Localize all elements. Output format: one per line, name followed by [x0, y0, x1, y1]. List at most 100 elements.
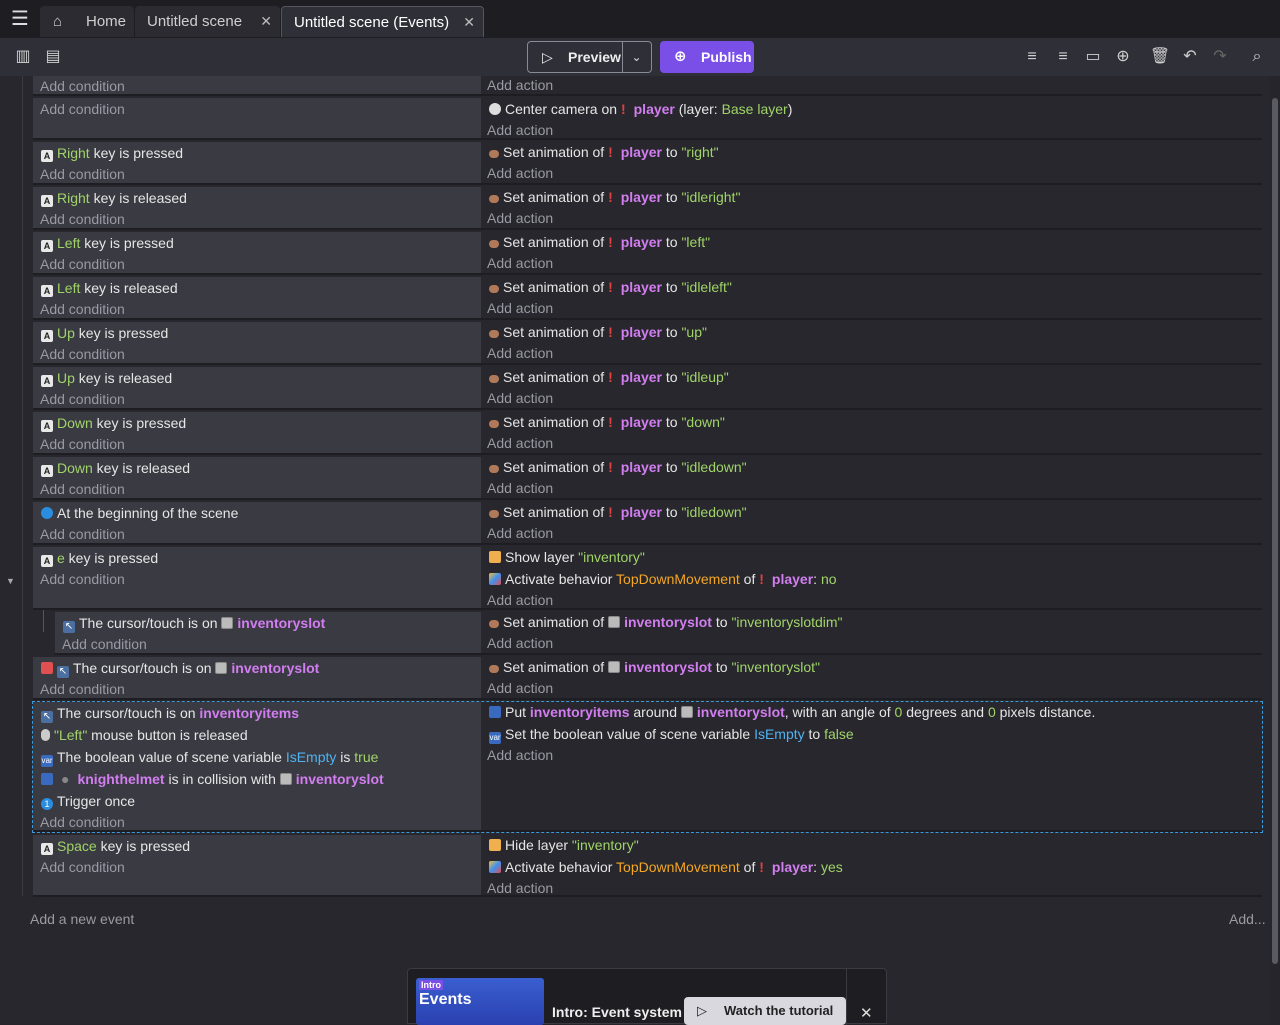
action[interactable]: Set animation of inventoryslot to "inven…: [489, 658, 820, 676]
condition[interactable]: "Left" mouse button is released: [41, 726, 248, 744]
condition[interactable]: At the beginning of the scene: [41, 504, 238, 522]
add-condition[interactable]: Add condition: [40, 480, 125, 498]
tab-scene-events[interactable]: Untitled scene (Events) ✕: [281, 6, 484, 37]
condition[interactable]: A Right key is released: [41, 189, 187, 207]
condition[interactable]: 1 Trigger once: [41, 792, 135, 810]
watch-tutorial-button[interactable]: ▷ Watch the tutorial: [684, 997, 846, 1025]
add-condition[interactable]: Add condition: [40, 435, 125, 453]
add-action[interactable]: Add action: [487, 299, 553, 317]
add-condition[interactable]: Add condition: [40, 858, 125, 876]
panels-icon[interactable]: ▥: [12, 46, 34, 68]
add-action[interactable]: Add action: [487, 479, 553, 497]
tab-scene[interactable]: Untitled scene ✕: [135, 6, 280, 37]
condition[interactable]: A Down key is pressed: [41, 414, 186, 432]
add-action[interactable]: Add action: [487, 746, 553, 764]
condition[interactable]: Ae key is pressed: [41, 549, 158, 567]
add-action[interactable]: Add action: [487, 434, 553, 452]
event-row-selected[interactable]: ↖ The cursor/touch is on inventoryitems "…: [32, 701, 1263, 833]
object-icon: !: [608, 459, 613, 475]
add-action[interactable]: Add action: [487, 254, 553, 272]
publish-button[interactable]: ⊕ Publish: [660, 41, 754, 73]
add-more-button[interactable]: Add...: [1229, 911, 1266, 927]
condition[interactable]: ↖ The cursor/touch is on inventoryitems: [41, 704, 299, 723]
add-action[interactable]: Add action: [487, 344, 553, 362]
preview-button[interactable]: ▷ Preview: [527, 41, 623, 73]
object-icon: !: [608, 144, 613, 160]
condition[interactable]: A Left key is pressed: [41, 234, 174, 252]
undo-icon[interactable]: ↶: [1179, 46, 1201, 68]
action[interactable]: Center camera on ! player (layer: Base la…: [489, 100, 792, 118]
tutorial-thumbnail[interactable]: Intro Events: [416, 978, 544, 1025]
event-row: A Left key is pressed Add condition Set a…: [33, 232, 1262, 275]
add-event-icon[interactable]: ≡: [1021, 46, 1043, 68]
condition[interactable]: ↖ The cursor/touch is on inventoryslot: [63, 614, 325, 633]
action[interactable]: Set animation of ! player to "idledown": [489, 503, 747, 521]
add-condition[interactable]: Add condition: [40, 390, 125, 408]
add-action[interactable]: Add action: [487, 121, 553, 139]
action[interactable]: Put inventoryitems around inventoryslot,…: [489, 703, 1095, 721]
preview-dropdown[interactable]: ⌄: [622, 41, 652, 73]
add-action[interactable]: Add action: [487, 164, 553, 182]
add-condition[interactable]: Add condition: [40, 570, 125, 588]
add-icon[interactable]: ⊕: [1112, 46, 1134, 68]
close-icon[interactable]: ✕: [463, 7, 475, 38]
preview-label: Preview: [568, 49, 621, 65]
action[interactable]: Set animation of ! player to "left": [489, 233, 710, 251]
add-subevent-icon[interactable]: ≡: [1052, 46, 1074, 68]
action[interactable]: Activate behavior TopDownMovement of ! pl…: [489, 858, 843, 876]
action[interactable]: Set animation of ! player to "up": [489, 323, 707, 341]
add-action[interactable]: Add action: [487, 591, 553, 609]
add-condition[interactable]: Add condition: [40, 300, 125, 318]
add-condition[interactable]: Add condition: [40, 525, 125, 543]
add-action[interactable]: Add action: [487, 76, 553, 94]
condition[interactable]: A Down key is released: [41, 459, 190, 477]
add-condition[interactable]: Add condition: [40, 210, 125, 228]
action[interactable]: Set animation of ! player to "idledown": [489, 458, 747, 476]
action[interactable]: var Set the boolean value of scene variab…: [489, 725, 854, 744]
close-icon[interactable]: ✕: [860, 1004, 873, 1022]
add-condition[interactable]: Add condition: [40, 345, 125, 363]
condition[interactable]: A Up key is pressed: [41, 324, 168, 342]
event-row: Ae key is pressed Add condition Show lay…: [33, 547, 1262, 610]
action[interactable]: Show layer "inventory": [489, 548, 645, 566]
add-condition[interactable]: Add condition: [40, 813, 125, 831]
add-action[interactable]: Add action: [487, 209, 553, 227]
condition[interactable]: var The boolean value of scene variable I…: [41, 748, 378, 767]
add-action[interactable]: Add action: [487, 679, 553, 697]
scrollbar[interactable]: [1272, 98, 1278, 964]
action[interactable]: Set animation of ! player to "idleup": [489, 368, 729, 386]
action[interactable]: Set animation of ! player to "right": [489, 143, 719, 161]
condition[interactable]: ↖ The cursor/touch is on inventoryslot: [41, 659, 319, 678]
action[interactable]: Set animation of ! player to "idleleft": [489, 278, 732, 296]
add-condition[interactable]: Add condition: [40, 100, 125, 118]
condition[interactable]: A Space key is pressed: [41, 837, 190, 855]
collapse-arrow-icon[interactable]: ▼: [6, 576, 15, 586]
action[interactable]: Set animation of inventoryslot to "inven…: [489, 613, 843, 631]
action[interactable]: Set animation of ! player to "idleright": [489, 188, 740, 206]
add-comment-icon[interactable]: ▭: [1082, 46, 1104, 68]
save-icon[interactable]: ▤: [42, 46, 64, 68]
action[interactable]: Set animation of ! player to "down": [489, 413, 725, 431]
add-action[interactable]: Add action: [487, 634, 553, 652]
delete-icon[interactable]: 🗑: [1149, 46, 1171, 68]
add-action[interactable]: Add action: [487, 389, 553, 407]
add-condition[interactable]: Add condition: [40, 77, 125, 95]
add-condition[interactable]: Add condition: [62, 635, 147, 653]
add-new-event[interactable]: Add a new event: [30, 911, 134, 927]
action[interactable]: Activate behavior TopDownMovement of ! pl…: [489, 570, 837, 588]
redo-icon[interactable]: ↷: [1209, 46, 1231, 68]
condition[interactable]: A Up key is released: [41, 369, 172, 387]
add-condition[interactable]: Add condition: [40, 165, 125, 183]
menu-icon[interactable]: ☰: [8, 8, 32, 30]
add-condition[interactable]: Add condition: [40, 255, 125, 273]
condition[interactable]: A Right key is pressed: [41, 144, 183, 162]
condition[interactable]: A Left key is released: [41, 279, 178, 297]
tab-home[interactable]: ⌂ Home: [40, 6, 134, 37]
add-action[interactable]: Add action: [487, 524, 553, 542]
action[interactable]: Hide layer "inventory": [489, 836, 639, 854]
add-action[interactable]: Add action: [487, 879, 553, 897]
add-condition[interactable]: Add condition: [40, 680, 125, 698]
close-icon[interactable]: ✕: [260, 6, 272, 37]
search-icon[interactable]: ⌕: [1246, 46, 1268, 68]
condition[interactable]: ● knighthelmet is in collision with inven…: [41, 770, 384, 788]
